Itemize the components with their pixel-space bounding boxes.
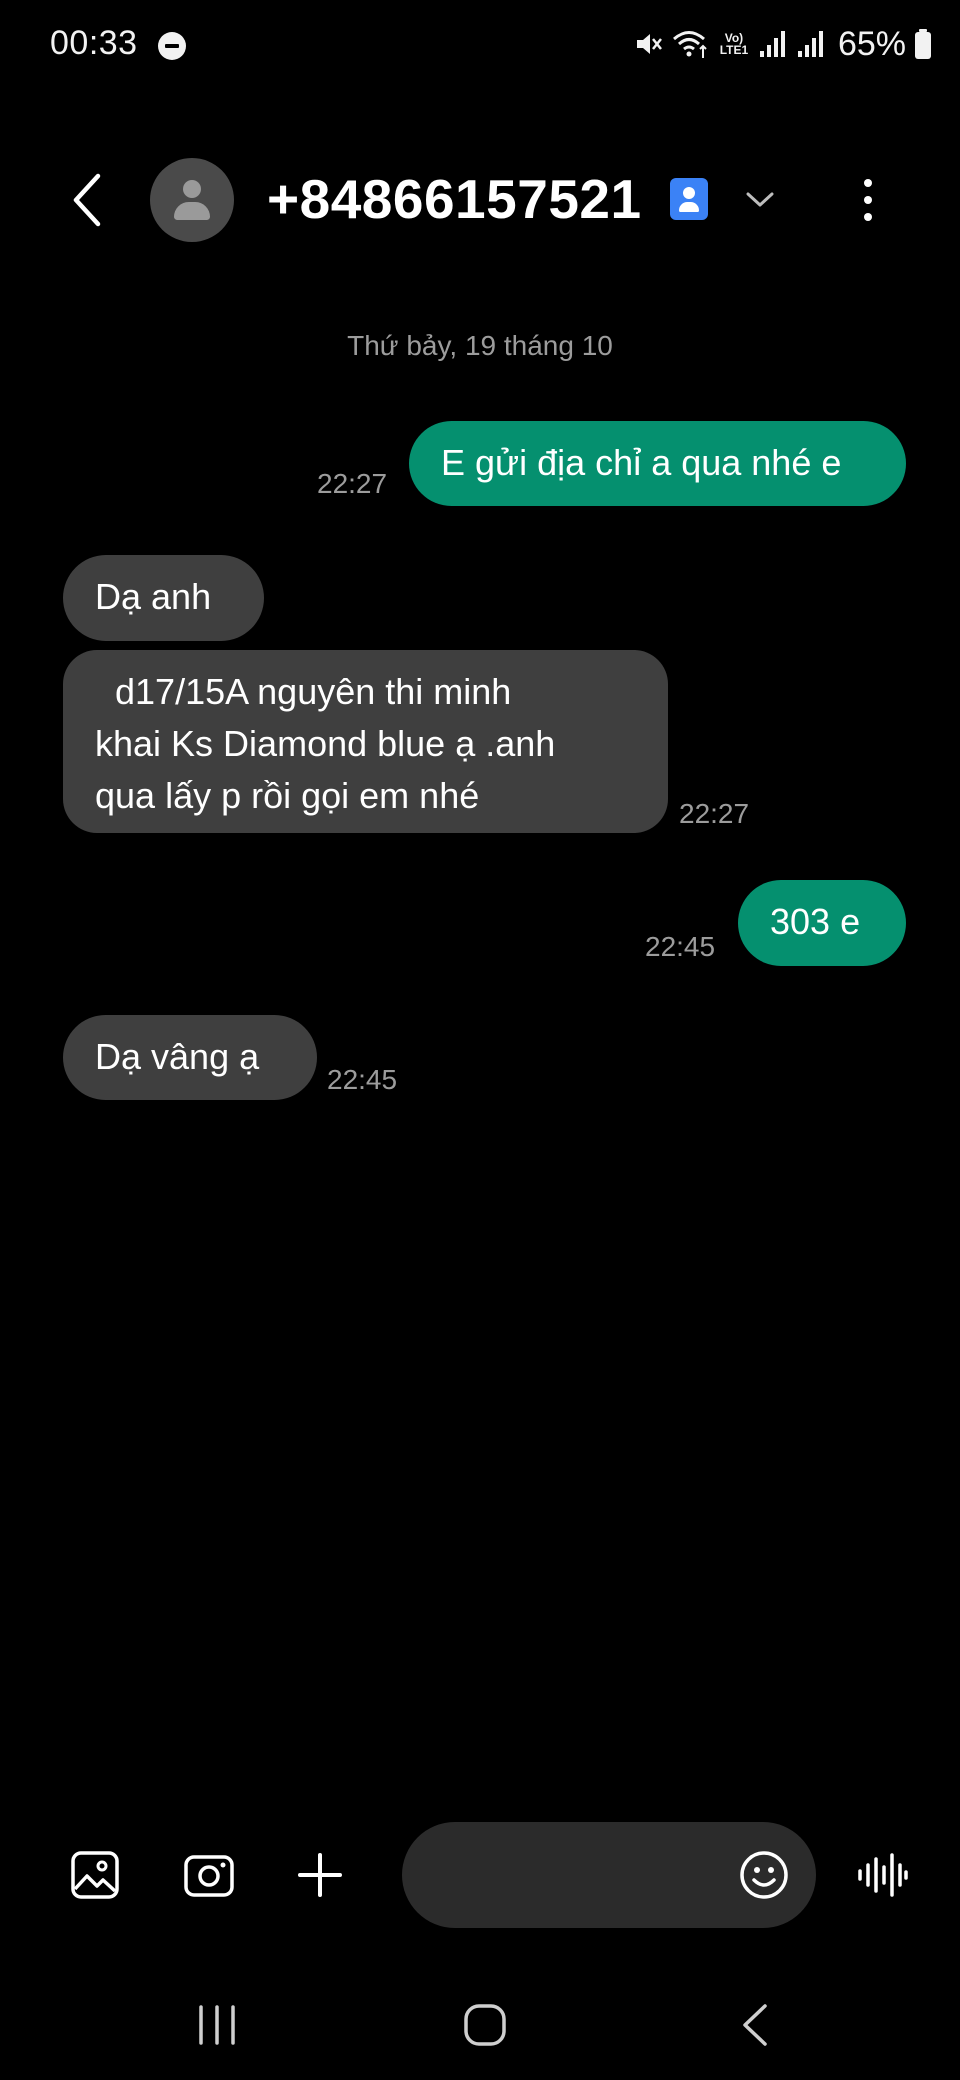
voice-icon bbox=[858, 1853, 908, 1897]
back-button[interactable] bbox=[58, 170, 118, 230]
back-arrow-icon bbox=[73, 173, 101, 227]
contact-card-head bbox=[683, 187, 695, 199]
back-icon bbox=[743, 2004, 767, 2046]
home-button[interactable] bbox=[450, 1990, 520, 2060]
contact-card-icon[interactable] bbox=[670, 178, 708, 220]
volte-icon: Vo) LTE1 bbox=[719, 31, 749, 57]
system-back-button[interactable] bbox=[720, 1990, 790, 2060]
signal-icon bbox=[759, 31, 785, 57]
date-separator: Thứ bảy, 19 tháng 10 bbox=[347, 330, 613, 361]
mute-icon bbox=[636, 34, 662, 54]
voice-input-button[interactable] bbox=[854, 1847, 910, 1903]
incoming-message[interactable]: Dạ anh bbox=[63, 555, 264, 641]
more-vert-dot bbox=[864, 213, 872, 221]
message-timestamp: 22:45 bbox=[327, 1064, 398, 1095]
add-attachment-button[interactable] bbox=[292, 1847, 348, 1903]
contact-card-body bbox=[679, 202, 699, 212]
message-composer bbox=[0, 1820, 960, 1930]
message-line: d17/15A nguyên thi minh bbox=[95, 671, 512, 712]
emoji-icon bbox=[740, 1851, 788, 1899]
contact-avatar[interactable] bbox=[150, 158, 234, 242]
status-time: 00:33 bbox=[50, 24, 138, 62]
message-line: qua lấy p rồi gọi em nhé bbox=[95, 775, 480, 816]
status-bar: 00:33 Vo) LTE1 65% bbox=[0, 0, 960, 90]
more-vert-dot bbox=[864, 196, 872, 204]
status-icons: Vo) LTE1 65% bbox=[634, 22, 932, 66]
home-icon bbox=[464, 2004, 506, 2046]
incoming-message[interactable]: Dạ vâng ạ bbox=[63, 1015, 317, 1100]
outgoing-message[interactable]: 303 e bbox=[738, 880, 906, 966]
avatar-body bbox=[174, 202, 210, 220]
emoji-button[interactable] bbox=[736, 1847, 792, 1903]
message-timestamp: 22:45 bbox=[645, 931, 716, 962]
avatar-icon bbox=[183, 180, 201, 198]
camera-icon bbox=[184, 1855, 234, 1897]
recents-icon bbox=[199, 2005, 235, 2045]
plus-icon bbox=[298, 1853, 342, 1897]
more-vert-icon bbox=[864, 179, 872, 187]
do-not-disturb-icon bbox=[158, 32, 186, 60]
recents-button[interactable] bbox=[182, 1990, 252, 2060]
chevron-down-icon bbox=[746, 192, 774, 207]
gallery-button[interactable] bbox=[67, 1847, 123, 1903]
gallery-icon bbox=[71, 1851, 119, 1899]
battery-icon bbox=[915, 29, 931, 59]
message-timestamp: 22:27 bbox=[679, 798, 750, 829]
system-navigation-bar bbox=[0, 1970, 960, 2080]
message-line: khai Ks Diamond blue ạ .anh bbox=[95, 723, 556, 764]
camera-button[interactable] bbox=[181, 1847, 237, 1903]
expand-button[interactable] bbox=[738, 178, 782, 222]
messages-screen: 00:33 Vo) LTE1 65% +84866157521 Thứ bảy,… bbox=[0, 0, 960, 2080]
message-timestamp: 22:27 bbox=[317, 468, 388, 499]
contact-name[interactable]: +84866157521 bbox=[267, 166, 642, 232]
more-options-button[interactable] bbox=[848, 170, 888, 230]
signal-icon bbox=[797, 31, 823, 57]
conversation-header: +84866157521 bbox=[0, 150, 960, 250]
incoming-message[interactable]: d17/15A nguyên thi minh khai Ks Diamond … bbox=[63, 650, 668, 833]
wifi-icon bbox=[672, 31, 707, 58]
outgoing-message[interactable]: E gửi địa chỉ a qua nhé e bbox=[409, 421, 906, 506]
battery-percent: 65% bbox=[837, 24, 906, 63]
